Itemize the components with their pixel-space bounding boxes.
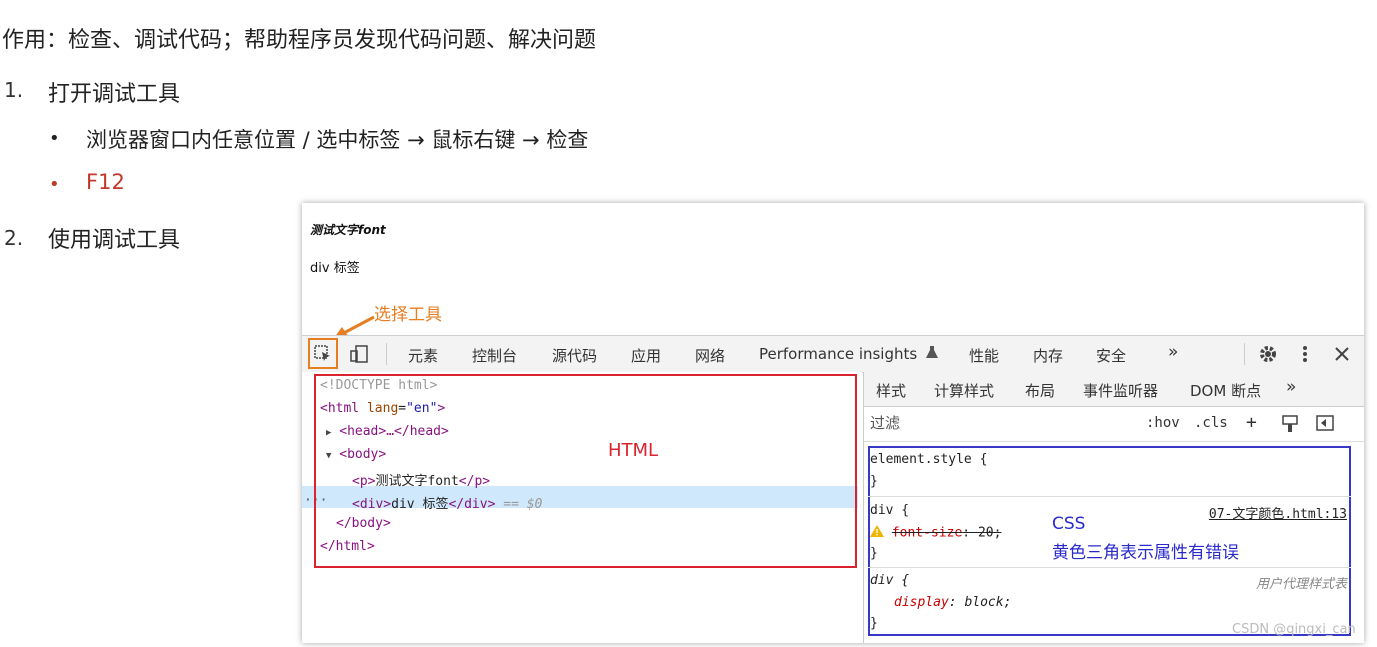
bullet-marker: • xyxy=(49,128,60,149)
filter-input[interactable]: 过滤 xyxy=(870,411,1132,435)
more-panes-button[interactable]: » xyxy=(1286,377,1296,397)
toolbar-divider xyxy=(386,343,387,365)
tab-dom-breakpoints[interactable]: DOM 断点 xyxy=(1190,380,1261,401)
html-highlight-box xyxy=(314,374,857,568)
step2-heading: 使用调试工具 xyxy=(48,228,181,253)
hov-button[interactable]: :hov xyxy=(1146,415,1180,431)
gear-icon[interactable] xyxy=(1255,342,1281,366)
bullet-f12: F12 xyxy=(86,170,125,194)
tab-elements[interactable]: 元素 xyxy=(401,345,445,376)
cls-button[interactable]: .cls xyxy=(1194,415,1228,431)
tab-performance-insights[interactable]: Performance insights xyxy=(759,345,938,363)
rule1-value: 20 xyxy=(977,525,994,541)
rule-divider xyxy=(868,496,1351,497)
preview-paragraph: 测试文字font xyxy=(310,223,386,237)
css-error-note: 黄色三角表示属性有错误 xyxy=(1052,543,1239,563)
tab-application[interactable]: 应用 xyxy=(631,345,661,366)
devtools-toolbar: 元素 控制台 源代码 应用 网络 Performance insights 性能… xyxy=(302,335,1364,376)
kebab-menu-icon[interactable] xyxy=(1292,342,1318,366)
rule2-selector[interactable]: div { xyxy=(870,573,909,588)
close-icon[interactable] xyxy=(1329,342,1355,366)
tab-network[interactable]: 网络 xyxy=(695,345,725,366)
html-annotation: HTML xyxy=(608,440,659,461)
rule1-source-link[interactable]: 07-文字颜色.html:13 xyxy=(1209,503,1347,522)
tab-performance-insights-label: Performance insights xyxy=(759,345,918,363)
rule2-source: 用户代理样式表 xyxy=(1255,577,1347,592)
tab-performance[interactable]: 性能 xyxy=(969,345,999,366)
rule1-declaration-text: font-size: 20; xyxy=(891,525,1002,541)
tab-memory[interactable]: 内存 xyxy=(1033,345,1063,366)
purpose-text: 作用：检查、调试代码；帮助程序员发现代码问题、解决问题 xyxy=(2,28,597,53)
step1-number: 1. xyxy=(4,78,24,102)
select-tool-annotation: 选择工具 xyxy=(374,305,442,325)
tab-event-listeners[interactable]: 事件监听器 xyxy=(1083,380,1158,401)
tab-console[interactable]: 控制台 xyxy=(472,345,517,366)
tab-computed[interactable]: 计算样式 xyxy=(934,380,994,401)
bullet-marker-red: • xyxy=(49,174,60,195)
element-style-close: } xyxy=(870,474,878,489)
paint-icon[interactable] xyxy=(1282,415,1298,437)
bullet-context-menu: 浏览器窗口内任意位置 / 选中标签 → 鼠标右键 → 检查 xyxy=(86,128,589,152)
rule-divider xyxy=(868,567,1351,568)
styles-filter-row: 过滤 :hov .cls + xyxy=(864,407,1364,442)
step2-number: 2. xyxy=(4,226,24,250)
rule1-prop: font-size xyxy=(891,525,963,541)
styles-tabbar: 样式 计算样式 布局 事件监听器 DOM 断点 » xyxy=(864,372,1364,410)
rule2-close: } xyxy=(870,616,878,631)
tab-styles[interactable]: 样式 xyxy=(867,380,915,410)
inspect-icon[interactable] xyxy=(310,342,336,366)
flask-icon xyxy=(925,345,938,363)
rule2-prop: display xyxy=(894,595,949,610)
toolbar-divider xyxy=(1244,343,1245,365)
rule2-value: block xyxy=(964,595,1004,610)
rule1-selector[interactable]: div { xyxy=(870,503,909,518)
tab-sources[interactable]: 源代码 xyxy=(552,345,597,366)
rule1-declaration[interactable]: font-size: 20; xyxy=(870,525,1001,541)
devtools-screenshot: 测试文字font div 标签 选择工具 元素 控制台 源代码 应用 网络 Pe… xyxy=(302,203,1364,643)
more-tabs-button[interactable]: » xyxy=(1168,342,1178,362)
css-annotation: CSS xyxy=(1052,514,1086,534)
styles-panel: 样式 计算样式 布局 事件监听器 DOM 断点 » 过滤 :hov .cls +… xyxy=(863,372,1364,643)
preview-div: div 标签 xyxy=(310,261,360,276)
rule1-close: } xyxy=(870,546,878,561)
warning-icon[interactable] xyxy=(870,525,884,541)
device-toggle-icon[interactable] xyxy=(346,342,372,366)
elements-panel: <!DOCTYPE html> <html lang="en"> ▶ <head… xyxy=(302,372,862,643)
tab-security[interactable]: 安全 xyxy=(1096,345,1126,366)
rule2-declaration[interactable]: display: block; xyxy=(894,595,1011,610)
watermark: CSDN @qingxi_can xyxy=(1232,622,1356,637)
tab-layout[interactable]: 布局 xyxy=(1025,380,1055,401)
element-style-selector[interactable]: element.style { xyxy=(870,452,987,467)
sidebar-toggle-icon[interactable] xyxy=(1316,415,1334,435)
new-rule-button[interactable]: + xyxy=(1246,412,1257,433)
step1-heading: 打开调试工具 xyxy=(48,82,181,107)
